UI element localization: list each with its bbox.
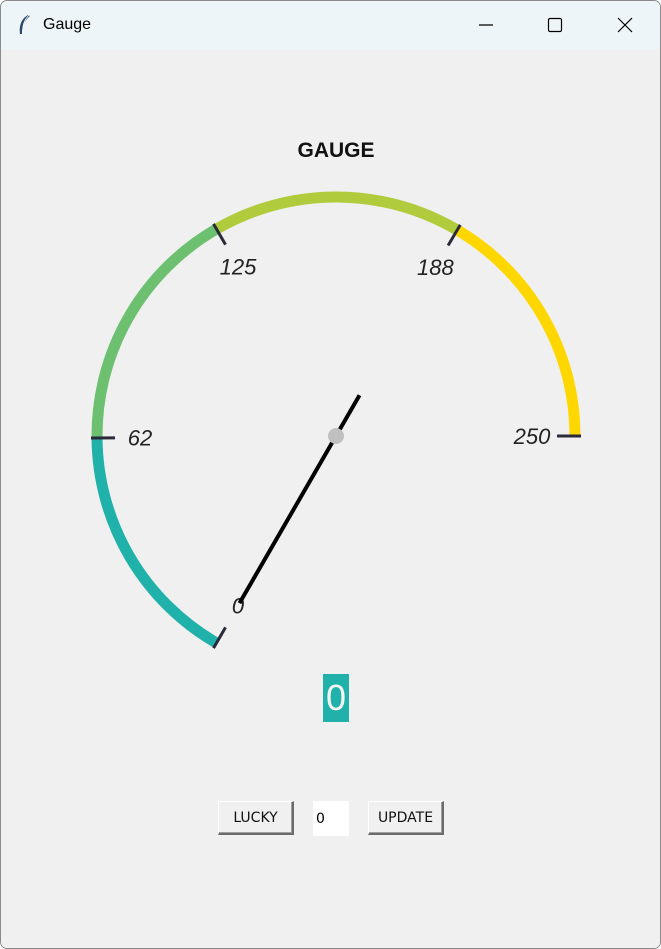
maximize-button[interactable] [520,1,590,49]
app-window: Gauge 0 62 125 188 250 GAUGE 0 LUCKY 0 U… [0,0,661,949]
window-title: Gauge [43,16,92,33]
lucky-button[interactable]: LUCKY [218,801,294,835]
title-bar[interactable]: Gauge [1,1,660,49]
needle-line [237,394,362,605]
maximize-icon [547,17,563,33]
value-display: 0 [323,674,349,722]
gauge-segment-1 [91,224,220,439]
needle-hub [328,428,344,444]
gauge-segment-2 [213,191,461,235]
gauge-segment-0 [91,437,220,648]
gauge-tick-label: 125 [220,254,257,279]
gauge-title: GAUGE [297,139,375,162]
gauge-tick-label: 250 [513,424,551,449]
feather-icon [19,14,30,34]
gauge-tick-label: 188 [417,255,454,280]
minimize-icon [479,24,493,26]
gauge-arc [91,191,581,648]
minimize-button[interactable] [451,1,521,49]
gauge-segment-3 [454,225,581,437]
gauge-needle [237,394,362,605]
gauge-tick-label: 62 [128,426,152,451]
value-entry[interactable] [313,801,349,836]
close-button[interactable] [590,1,660,49]
close-icon [617,17,633,33]
update-button[interactable]: UPDATE [368,801,444,835]
client-area: 062125188250 GAUGE 0 LUCKY UPDATE [1,49,660,948]
